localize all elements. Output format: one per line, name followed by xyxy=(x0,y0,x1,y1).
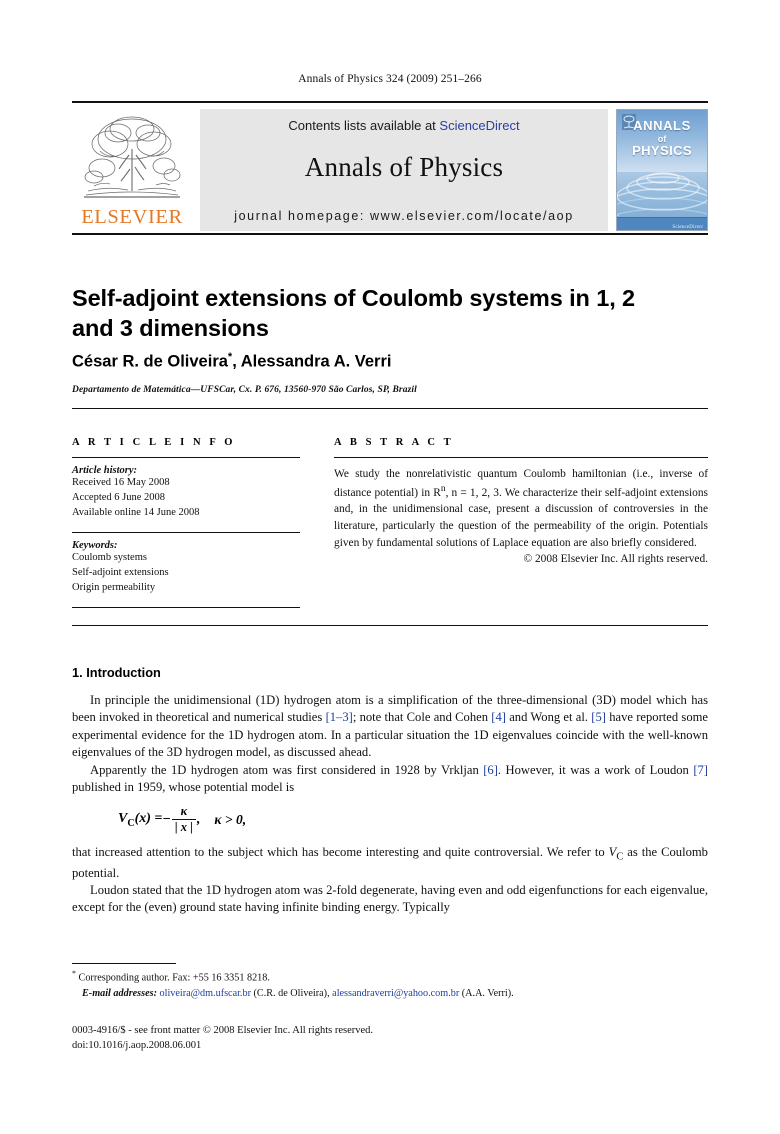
equation-V-subscript: C xyxy=(127,817,135,829)
sciencedirect-link[interactable]: ScienceDirect xyxy=(439,118,519,133)
equation-comma: , xyxy=(196,811,201,827)
history-received: Received 16 May 2008 xyxy=(72,477,170,488)
email1-owner-text: (C.R. de Oliveira), xyxy=(250,987,333,999)
citation-1-3[interactable]: [1–3] xyxy=(326,710,353,724)
journal-masthead: ELSEVIER Contents lists available at Sci… xyxy=(72,101,708,231)
equation-condition: κ > 0, xyxy=(214,811,247,827)
keywords-label: Keywords: xyxy=(72,539,118,551)
article-body: 1. Introduction In principle the unidime… xyxy=(72,665,708,917)
elsevier-logo: ELSEVIER xyxy=(72,109,192,231)
email-link-oliveira[interactable]: oliveira@dm.ufscar.br xyxy=(160,988,251,999)
abstract-heading: A B S T R A C T xyxy=(334,437,454,448)
article-info-bottom-rule xyxy=(72,607,300,609)
citation-6[interactable]: [6] xyxy=(483,763,498,777)
keywords-group: Keywords: Coulomb systems Self-adjoint e… xyxy=(72,533,300,596)
paper-page: Annals of Physics 324 (2009) 251–266 ELS… xyxy=(0,0,780,1134)
abstract-bottom-rule xyxy=(72,625,708,626)
paragraph-4: Loudon stated that the 1D hydrogen atom … xyxy=(72,882,708,915)
equation-V: V xyxy=(118,810,128,826)
elsevier-wordmark: ELSEVIER xyxy=(81,206,183,228)
equation-fraction: κ | x | xyxy=(171,804,196,835)
journal-homepage-link[interactable]: journal homepage: www.elsevier.com/locat… xyxy=(200,209,608,223)
cover-title-line3: PHYSICS xyxy=(632,142,692,158)
p2-text-a: Apparently the 1D hydrogen atom was firs… xyxy=(90,762,484,777)
cover-title-line1: ANNALS xyxy=(633,118,691,133)
doi-line: doi:10.1016/j.aop.2008.06.001 xyxy=(72,1040,202,1052)
p1-text-c: and Wong et al. xyxy=(505,710,592,725)
abstract-text: We study the nonrelativistic quantum Cou… xyxy=(334,458,708,552)
paragraph-1: In principle the unidimensional (1D) hyd… xyxy=(72,692,708,762)
cover-footer-bar: ScienceDirect xyxy=(617,217,707,230)
article-info-column: A R T I C L E I N F O Article history: R… xyxy=(72,437,300,609)
equation-denominator: | x | xyxy=(171,818,196,835)
cover-title: ANNALS of PHYSICS xyxy=(617,118,707,158)
p3-text-a: that increased attention to the subject … xyxy=(72,844,609,859)
email-link-verri[interactable]: alessandraverri@yahoo.com.br xyxy=(332,988,459,999)
email2-owner-text: (A.A. Verri). xyxy=(459,987,514,999)
footnote-emails: E-mail addresses: oliveira@dm.ufscar.br … xyxy=(72,986,708,1001)
author-first: César R. de Oliveira xyxy=(72,352,228,371)
footnote-star-marker: * xyxy=(72,969,76,978)
article-history-group: Article history: Received 16 May 2008 Ac… xyxy=(72,458,300,521)
contents-prefix-text: Contents lists available at xyxy=(288,118,440,133)
elsevier-tree-icon xyxy=(84,116,181,198)
article-info-heading: A R T I C L E I N F O xyxy=(72,437,236,448)
keyword-item: Self-adjoint extensions xyxy=(72,566,169,578)
footnote-corresponding-author: * Corresponding author. Fax: +55 16 3351… xyxy=(72,968,708,986)
page-title: Self-adjoint extensions of Coulomb syste… xyxy=(72,285,636,342)
equation-lhs: VC(x) = xyxy=(118,811,162,829)
abstract-copyright: © 2008 Elsevier Inc. All rights reserved… xyxy=(523,552,708,565)
paragraph-3: that increased attention to the subject … xyxy=(72,844,708,882)
abstract-column: A B S T R A C T We study the nonrelativi… xyxy=(334,437,708,565)
paragraph-2: Apparently the 1D hydrogen atom was firs… xyxy=(72,762,708,797)
masthead-bottom-rule xyxy=(72,233,708,235)
history-accepted: Accepted 6 June 2008 xyxy=(72,491,166,503)
author-list: César R. de Oliveira*, Alessandra A. Ver… xyxy=(72,351,692,372)
affiliation-rule xyxy=(72,408,708,409)
issn-copyright-block: 0003-4916/$ - see front matter © 2008 El… xyxy=(72,1023,708,1053)
cover-ripple-graphic xyxy=(617,168,707,216)
keyword-item: Origin permeability xyxy=(72,581,156,593)
equation-coulomb-potential: VC(x) =− κ | x |, κ > 0, xyxy=(72,796,708,843)
article-history-label: Article history: xyxy=(72,465,138,476)
affiliation: Departamento de Matemática—UFSCar, Cx. P… xyxy=(72,385,417,395)
masthead-center-band: Contents lists available at ScienceDirec… xyxy=(200,109,608,231)
running-head: Annals of Physics 324 (2009) 251–266 xyxy=(298,73,482,85)
contents-lists-line: Contents lists available at ScienceDirec… xyxy=(288,118,519,133)
p2-text-b: . However, it was a work of Loudon xyxy=(497,762,694,777)
equation-numerator: κ xyxy=(180,804,188,819)
footnote-separator-rule xyxy=(72,963,176,964)
equation-arg-equals: (x) = xyxy=(134,810,163,826)
citation-4[interactable]: [4] xyxy=(491,710,506,724)
footnote-corresponding-text: Corresponding author. Fax: +55 16 3351 8… xyxy=(78,972,270,984)
citation-5[interactable]: [5] xyxy=(591,710,606,724)
author-rest: , Alessandra A. Verri xyxy=(232,352,392,371)
p1-text-b: ; note that Cole and Cohen xyxy=(352,710,492,725)
journal-title: Annals of Physics xyxy=(304,152,504,182)
issn-line: 0003-4916/$ - see front matter © 2008 El… xyxy=(72,1025,374,1036)
email-addresses-label: E-mail addresses: xyxy=(82,987,157,999)
keyword-item: Coulomb systems xyxy=(72,551,147,563)
journal-cover-thumbnail: ANNALS of PHYSICS ScienceDirect xyxy=(616,109,708,231)
citation-7[interactable]: [7] xyxy=(693,763,708,777)
cover-footer-text: ScienceDirect xyxy=(672,225,703,230)
footnote-block: * Corresponding author. Fax: +55 16 3351… xyxy=(72,968,708,1001)
section-heading-introduction: 1. Introduction xyxy=(72,665,161,680)
history-available-online: Available online 14 June 2008 xyxy=(72,506,200,518)
p2-text-c: published in 1959, whose potential model… xyxy=(72,779,295,794)
equation-minus-sign: − xyxy=(162,811,171,827)
